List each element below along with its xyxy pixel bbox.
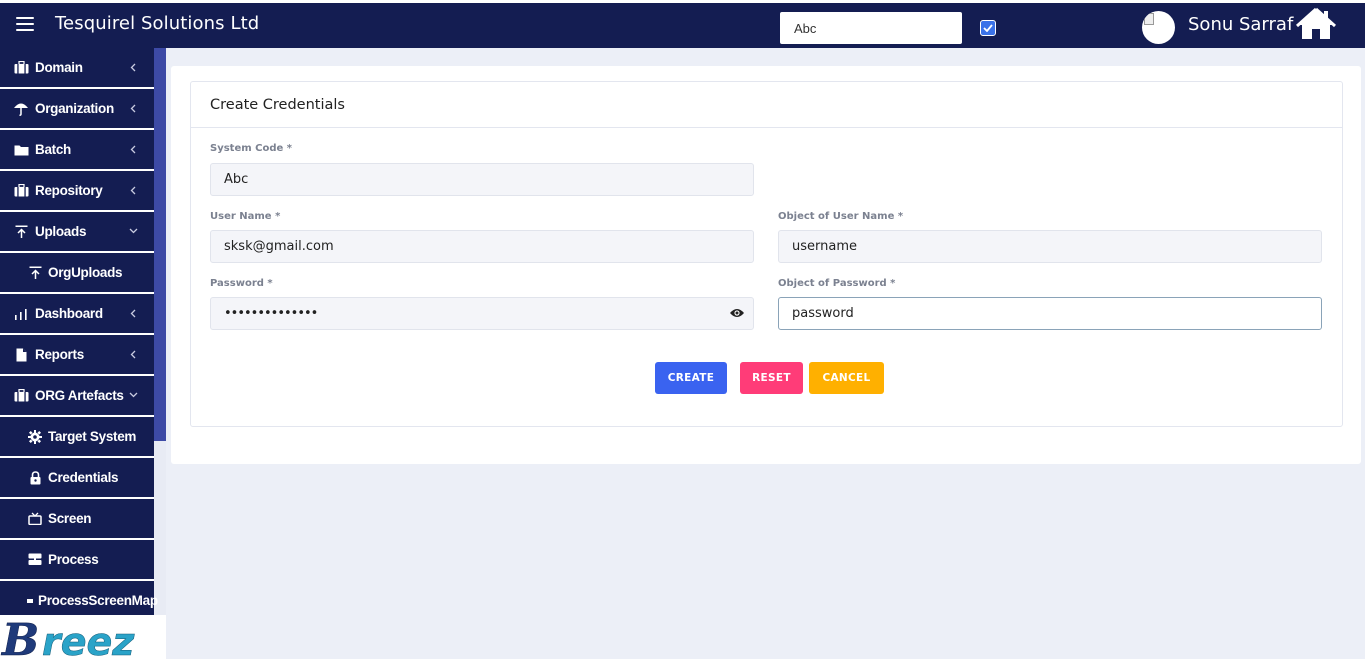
page-title: Create Credentials [210,97,345,113]
app-title: Tesquirel Solutions Ltd [55,13,260,34]
password-label: Password * [210,278,273,289]
sidebar-item-label: Domain [35,60,83,75]
sidebar-item-organization[interactable]: Organization [0,89,154,128]
card-header: Create Credentials [191,82,1342,128]
user-avatar[interactable] [1142,11,1175,44]
svg-text:B: B [0,615,39,659]
home-icon[interactable] [1296,7,1336,41]
server-icon [27,552,43,567]
top-navbar: Tesquirel Solutions Ltd Sonu Sarraf [0,0,1365,48]
system-search-input[interactable] [780,12,962,44]
upload-icon [13,224,29,239]
system-code-label: System Code * [210,143,292,154]
chevron-down-icon [128,388,138,402]
sidebar-item-dashboard[interactable]: Dashboard [0,294,154,333]
sidebar-item-label: Dashboard [35,306,103,321]
header-checkbox[interactable] [980,20,996,36]
sidebar-item-domain[interactable]: Domain [0,48,154,87]
cog-icon [27,429,43,444]
tv-icon [27,511,43,526]
menu-toggle-icon[interactable] [16,17,34,31]
sidebar-item-label: ProcessScreenMap [38,593,158,608]
sidebar-item-label: Credentials [48,470,119,485]
chevron-left-icon [128,60,138,74]
sidebar-item-batch[interactable]: Batch [0,130,154,169]
sidebar-item-repository[interactable]: Repository [0,171,154,210]
sidebar-item-label: Screen [48,511,92,526]
briefcase-icon [13,388,29,403]
sidebar-item-label: ORG Artefacts [35,388,124,403]
sidebar-item-target-system[interactable]: Target System [0,417,154,456]
sidebar-menu: Domain Organization Batch Repository Upl… [0,48,158,622]
reset-button[interactable]: RESET [740,362,803,394]
folder-icon [13,142,29,157]
sidebar-item-label: Organization [35,101,114,116]
chevron-left-icon [128,142,138,156]
object-password-label: Object of Password * [778,278,896,289]
lock-icon [27,470,43,485]
chevron-down-icon [128,224,138,238]
sidebar-item-uploads[interactable]: Uploads [0,212,154,251]
chevron-left-icon [128,101,138,115]
sidebar-item-label: Process [48,552,99,567]
file-icon [13,347,29,362]
sidebar-item-label: Reports [35,347,84,362]
sidebar-item-label: Repository [35,183,103,198]
upload-icon [27,265,43,280]
chevron-left-icon [128,347,138,361]
object-user-name-input[interactable] [778,230,1322,263]
sidebar-item-label: Uploads [35,224,87,239]
user-name-label: User Name * [210,211,281,222]
sidebar-item-process[interactable]: Process [0,540,154,579]
object-user-name-label: Object of User Name * [778,211,904,222]
eye-icon[interactable] [729,307,745,319]
umbrella-icon [13,101,29,116]
briefcase-icon [13,60,29,75]
sidebar-item-label: Target System [48,429,137,444]
password-input[interactable] [210,297,754,330]
sidebar-scrollbar-thumb[interactable] [154,48,166,441]
bar-chart-icon [13,306,29,321]
check-icon [983,24,993,32]
system-code-input[interactable] [210,163,754,196]
sidebar-item-label: OrgUploads [48,265,123,280]
briefcase-icon [13,183,29,198]
sidebar-item-credentials[interactable]: Credentials [0,458,154,497]
sidebar-item-org-artefacts[interactable]: ORG Artefacts [0,376,154,415]
cancel-button[interactable]: CANCEL [809,362,884,394]
object-password-input[interactable] [778,297,1322,330]
svg-text:reez: reez [42,620,135,659]
sidebar-item-screen[interactable]: Screen [0,499,154,538]
chevron-left-icon [128,183,138,197]
bullet-icon [22,593,38,608]
user-name-input[interactable] [210,230,754,263]
chevron-left-icon [128,306,138,320]
sidebar-item-reports[interactable]: Reports [0,335,154,374]
sidebar-item-label: Batch [35,142,72,157]
breez-logo: B reez [0,615,166,659]
sidebar-item-orguploads[interactable]: OrgUploads [0,253,154,292]
user-name[interactable]: Sonu Sarraf [1188,14,1293,35]
create-button[interactable]: CREATE [655,362,727,394]
